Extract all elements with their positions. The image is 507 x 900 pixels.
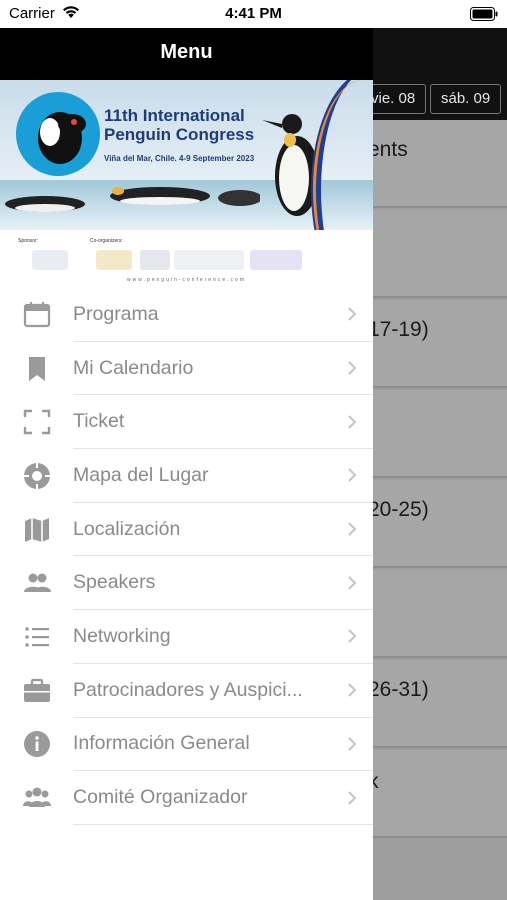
- congress-banner: 11th International Penguin Congress Viña…: [0, 80, 373, 288]
- day-chip-saturday[interactable]: sáb. 09: [430, 84, 502, 114]
- people-icon: [0, 556, 73, 610]
- chevron-right-icon: [348, 307, 357, 322]
- background-row-text: ents: [368, 138, 408, 161]
- menu-item-label: Información General: [73, 732, 250, 755]
- briefcase-icon: [0, 664, 73, 718]
- chevron-right-icon: [348, 522, 357, 536]
- menu-item-label: Ticket: [73, 410, 125, 433]
- menu-item-networking[interactable]: Networking: [0, 610, 373, 664]
- menu-item-label: Speakers: [73, 571, 156, 594]
- menu-item-label: Networking: [73, 624, 171, 647]
- chevron-right-icon: [348, 415, 357, 429]
- menu-item-label: Programa: [73, 302, 159, 325]
- status-time: 4:41 PM: [225, 5, 282, 22]
- coorganizer-logo: [174, 250, 244, 270]
- menu-item-informacion-general[interactable]: Información General: [0, 718, 373, 772]
- target-icon: [0, 449, 73, 503]
- banner-title-line1: 11th International: [104, 106, 245, 125]
- banner-subtitle: Viña del Mar, Chile. 4-9 September 2023: [104, 154, 255, 163]
- banner-title: 11th International Penguin Congress: [104, 106, 254, 144]
- chevron-right-icon: [348, 790, 357, 805]
- status-bar: Carrier 4:41 PM: [0, 0, 507, 28]
- menu-item-label: Mi Calendario: [73, 356, 194, 379]
- battery-icon: [470, 7, 498, 21]
- bookmark-icon: [0, 342, 73, 396]
- menu-item-label: Localización: [73, 517, 181, 540]
- menu-item-label: Comité Organizador: [73, 786, 248, 809]
- chevron-right-icon: [348, 576, 357, 590]
- menu-item-mapa-del-lugar[interactable]: Mapa del Lugar: [0, 449, 373, 503]
- banner-title-line2: Penguin Congress: [104, 125, 255, 144]
- menu-item-comite-organizador[interactable]: Comité Organizador: [0, 771, 373, 825]
- coorganizer-logo: [140, 250, 170, 270]
- menu-item-patrocinadores[interactable]: Patrocinadores y Auspici...: [0, 664, 373, 718]
- menu-item-mi-calendario[interactable]: Mi Calendario: [0, 342, 373, 396]
- menu-item-ticket[interactable]: Ticket: [0, 395, 373, 450]
- chevron-right-icon: [348, 468, 357, 483]
- menu-item-speakers[interactable]: Speakers: [0, 556, 373, 611]
- background-row-text: 26-31): [368, 678, 429, 701]
- chevron-right-icon: [348, 629, 357, 644]
- chevron-right-icon: [348, 737, 357, 751]
- penguin-logo: [16, 92, 100, 176]
- chevron-right-icon: [348, 683, 357, 697]
- chevron-right-icon: [348, 361, 357, 375]
- side-drawer: Menu 11th International Penguin Congress…: [0, 28, 373, 900]
- list-icon: [0, 610, 73, 664]
- drawer-menu: Programa Mi Calendario Ticket Mapa del L…: [0, 288, 373, 825]
- calendar-icon: [0, 288, 73, 342]
- menu-item-programa[interactable]: Programa: [0, 288, 373, 342]
- background-row-text: 20-25): [368, 498, 429, 521]
- coorganizer-logo: [250, 250, 302, 270]
- sponsor-label: Sponsor:: [18, 238, 39, 244]
- menu-item-localizacion[interactable]: Localización: [0, 503, 373, 557]
- sponsor-logo: [32, 250, 68, 270]
- scan-frame-icon: [0, 395, 73, 449]
- background-row-text: 17-19): [368, 318, 429, 341]
- coorganizers-label: Co-organizers:: [90, 238, 123, 244]
- info-icon: [0, 718, 73, 772]
- menu-item-label: Patrocinadores y Auspici...: [73, 678, 303, 701]
- lying-penguins-illustration: [5, 187, 260, 212]
- group-icon: [0, 771, 73, 825]
- map-icon: [0, 503, 73, 557]
- drawer-title: Menu: [0, 28, 373, 80]
- menu-item-label: Mapa del Lugar: [73, 463, 209, 486]
- banner-url: www.penguin-conference.com: [127, 277, 246, 283]
- coorganizer-logo: [96, 250, 132, 270]
